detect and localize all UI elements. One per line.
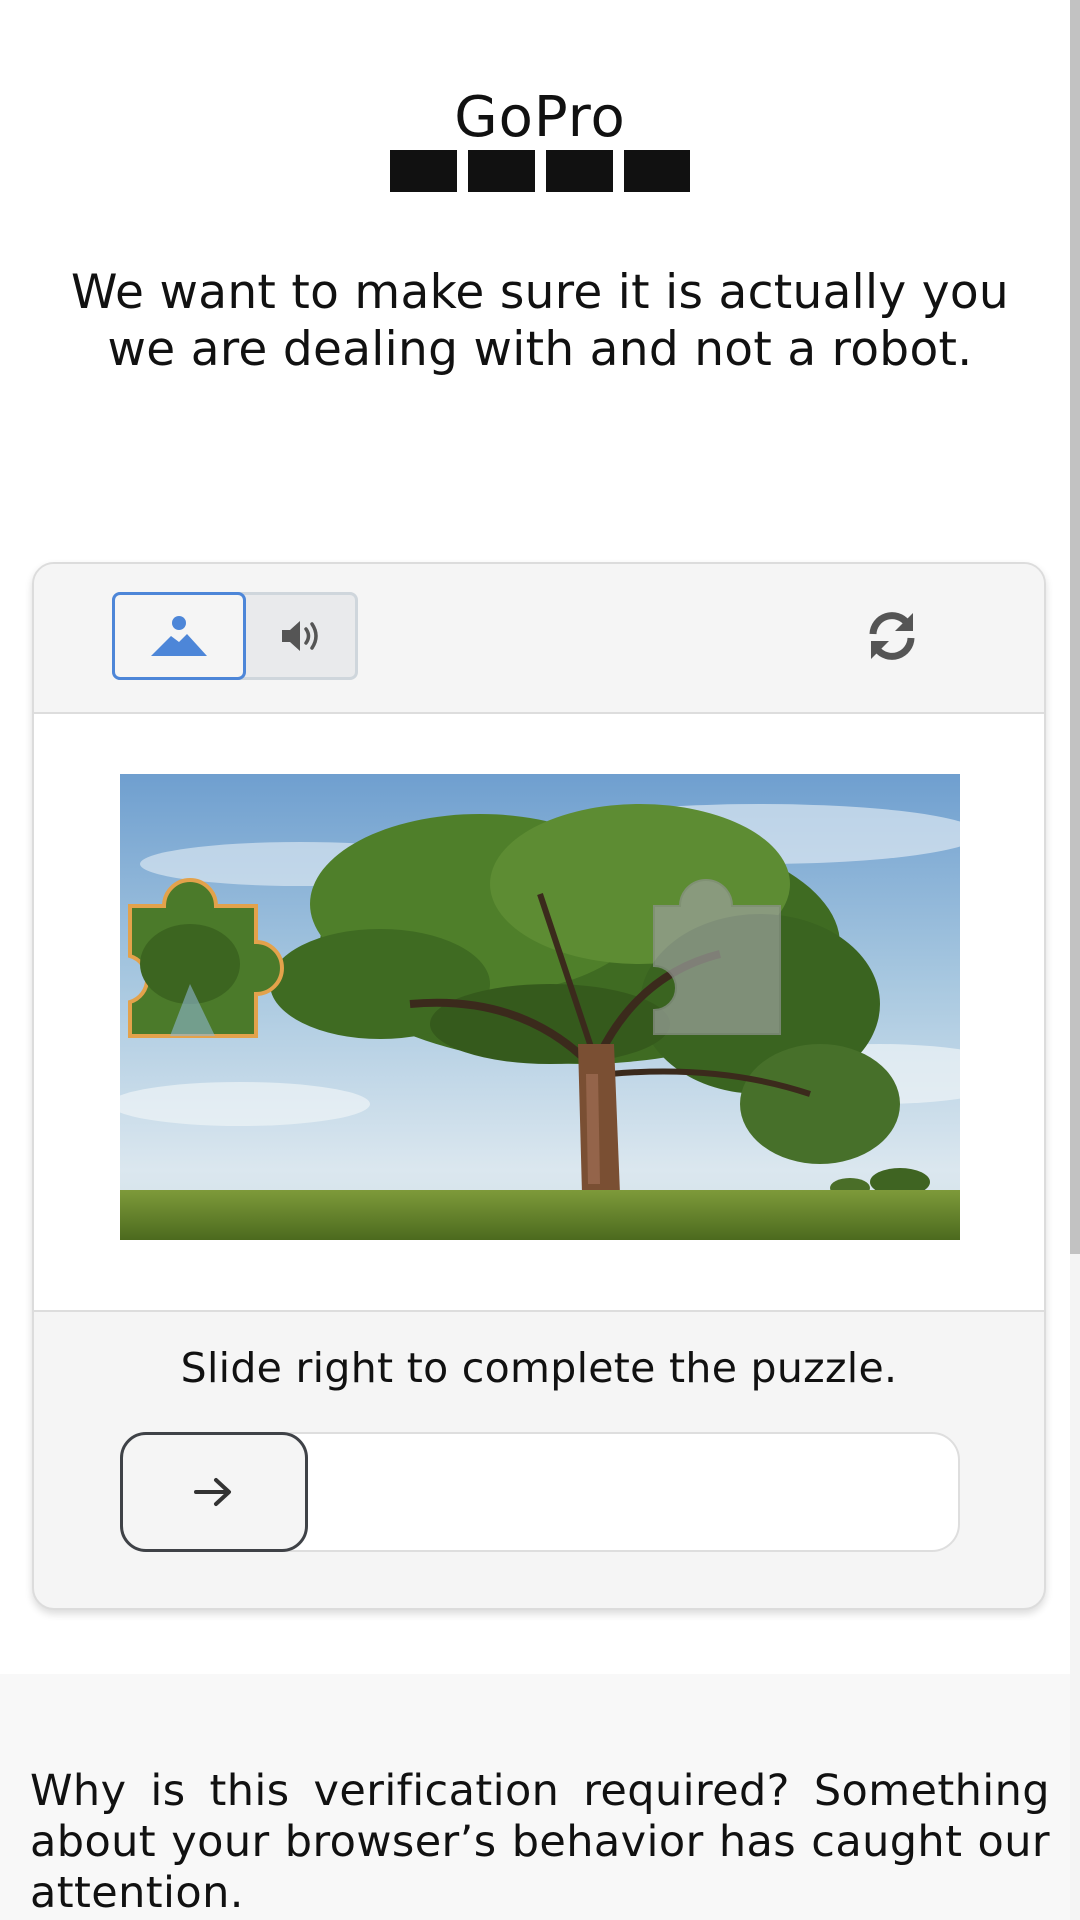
verification-reason-text: Why is this verification required? Somet…: [30, 1766, 1050, 1918]
captcha-widget: Slide right to complete the puzzle.: [32, 562, 1046, 1610]
verification-page: GoPro We want to make sure it is actuall…: [0, 0, 1080, 1920]
scrollbar-track[interactable]: [1070, 0, 1080, 1920]
gopro-logo: GoPro: [390, 92, 690, 192]
slider-instruction: Slide right to complete the puzzle.: [180, 1344, 898, 1392]
refresh-icon: [869, 612, 915, 660]
puzzle-image: [120, 774, 960, 1240]
scrollbar-thumb[interactable]: [1070, 0, 1080, 1254]
image-mountain-icon: [151, 616, 207, 656]
captcha-header: [34, 564, 1044, 714]
captcha-mode-toggle: [112, 592, 358, 680]
footer: Why is this verification required? Somet…: [0, 1674, 1070, 1920]
slider-handle[interactable]: [120, 1432, 308, 1552]
image-mode-button[interactable]: [112, 592, 246, 680]
speaker-icon: [282, 621, 318, 651]
captcha-body: [34, 714, 1044, 1312]
verification-headline: We want to make sure it is actually you …: [71, 265, 1009, 377]
gopro-logo-text: GoPro: [454, 92, 626, 150]
audio-mode-button[interactable]: [246, 592, 358, 680]
refresh-button[interactable]: [858, 602, 926, 670]
arrow-right-icon: [194, 1478, 231, 1506]
